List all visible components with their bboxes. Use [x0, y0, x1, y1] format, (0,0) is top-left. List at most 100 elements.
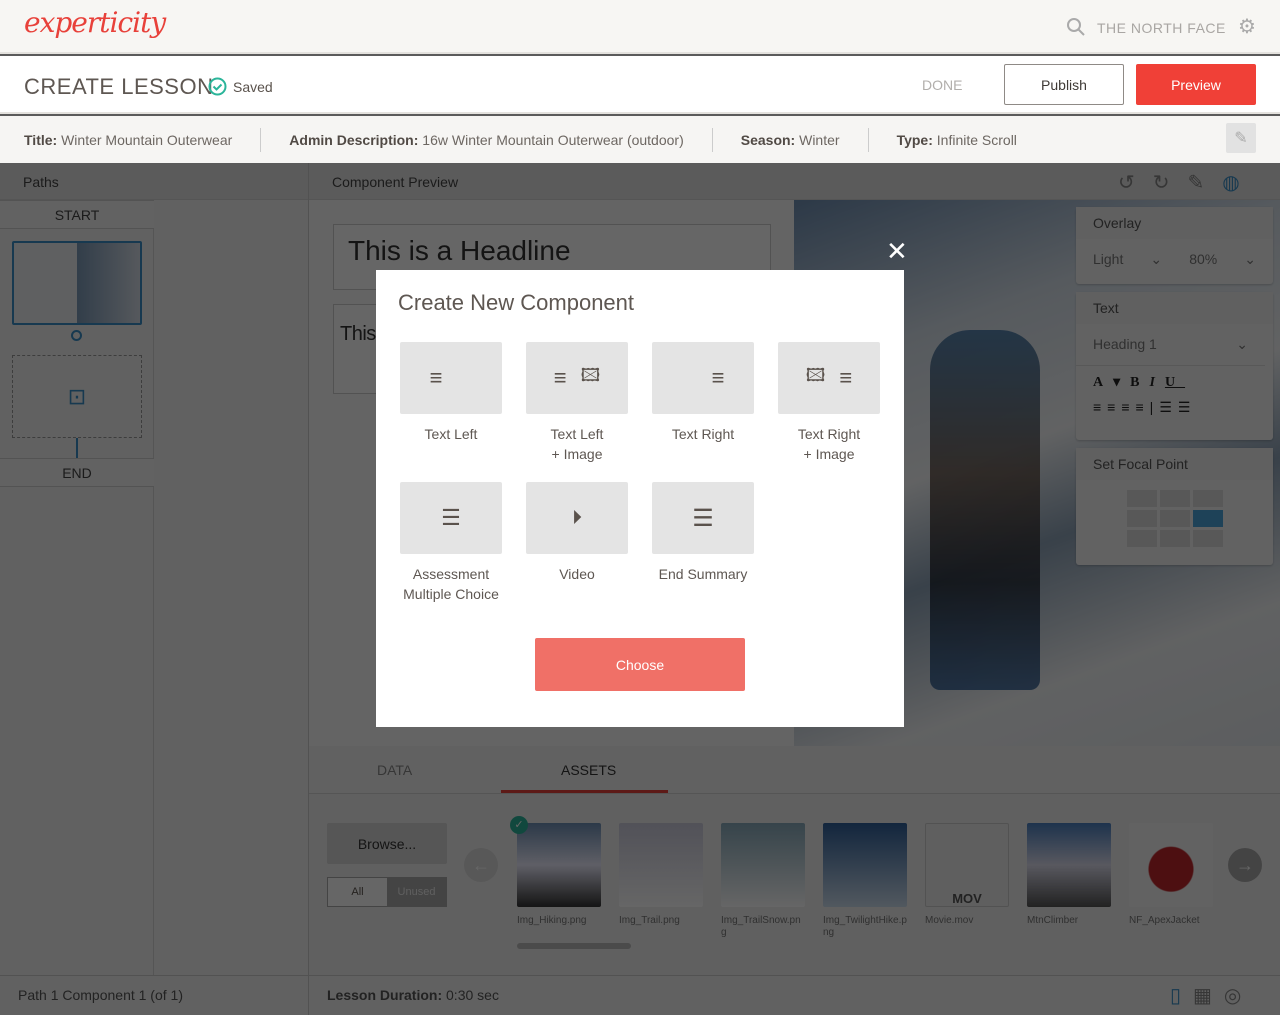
text-title: Text — [1076, 292, 1273, 324]
focal-grid[interactable] — [1127, 490, 1273, 547]
tab-assets[interactable]: ASSETS — [561, 762, 616, 778]
asset-thumbnail — [1129, 823, 1213, 907]
tile-label: Video — [559, 566, 595, 582]
text-lines-icon: ≡ — [711, 365, 725, 390]
tile-text-left[interactable]: ≡ Text Left — [400, 342, 502, 444]
active-tab-indicator — [501, 790, 668, 793]
sidebar-view-icon[interactable]: ▯ — [1170, 983, 1181, 1008]
grid-view-icon[interactable]: ▦ — [1193, 983, 1212, 1008]
asset-thumbnail — [517, 823, 601, 907]
asset-name: Img_Trail.png — [619, 915, 680, 926]
palette-icon[interactable]: ◍ — [1222, 170, 1239, 195]
align-toolbar[interactable]: ≡≡≡≡|☰☰ — [1076, 399, 1273, 416]
add-component-icon: ⊡ — [67, 383, 87, 409]
redo-icon[interactable]: ↻ — [1153, 170, 1170, 195]
chevron-down-icon: ⌄ — [1236, 336, 1248, 352]
info-value: Infinite Scroll — [936, 131, 1017, 148]
logo[interactable]: experticity — [24, 6, 166, 39]
asset-item[interactable]: MtnClimber — [1027, 823, 1111, 927]
path-status: Path 1 Component 1 (of 1) — [18, 987, 183, 1003]
image-icon: 🖾 — [580, 365, 601, 385]
tile-text-right-image[interactable]: 🖾 ≡ Text Right + Image — [778, 342, 880, 464]
asset-name: Img_TwilightHike.png — [823, 915, 907, 938]
info-label: Season: — [740, 131, 796, 148]
scroll-right-button[interactable]: → — [1228, 848, 1262, 882]
asset-item[interactable]: NF_ApexJacket — [1129, 823, 1213, 927]
asset-name: Movie.mov — [925, 915, 974, 926]
duration-label: Lesson Duration: — [327, 987, 443, 1003]
image-icon: 🖾 — [805, 365, 826, 385]
asset-thumbnail — [1027, 823, 1111, 907]
path-connector — [71, 330, 82, 341]
info-value: Winter — [799, 131, 840, 148]
asset-name: Img_Hiking.png — [517, 915, 587, 926]
hiker-figure — [930, 330, 1040, 690]
asset-item[interactable]: Img_Hiking.png — [517, 823, 601, 927]
assets-scrollbar[interactable] — [517, 943, 631, 949]
tile-label: Assessment Multiple Choice — [403, 566, 499, 602]
modal-title: Create New Component — [398, 290, 635, 315]
text-lines-icon: ≡ — [839, 365, 853, 390]
chevron-down-icon: ⌄ — [1244, 251, 1256, 267]
tile-video[interactable]: ⏵ Video — [526, 482, 628, 584]
publish-button[interactable]: Publish — [1004, 64, 1124, 105]
close-modal-icon[interactable]: ✕ — [886, 236, 908, 267]
done-button[interactable]: DONE — [922, 77, 962, 93]
edit-info-button[interactable]: ✎ — [1226, 123, 1256, 153]
brand-name[interactable]: THE NORTH FACE — [1097, 20, 1226, 36]
info-season: Season: Winter — [713, 127, 869, 152]
arrow-right-icon: → — [1236, 854, 1254, 875]
tile-end-summary[interactable]: ☰ End Summary — [652, 482, 754, 584]
justify-lines-icon: ☰ — [692, 504, 714, 532]
info-label: Type: — [896, 131, 933, 148]
play-circle-icon: ⏵ — [572, 506, 582, 529]
lesson-info-bar: Title: Winter Mountain Outerwear Admin D… — [0, 116, 1280, 163]
tile-label: Text Right + Image — [797, 426, 861, 462]
info-label: Admin Description: — [289, 131, 419, 148]
text-lines-icon: ≡ — [429, 365, 443, 390]
lesson-duration: Lesson Duration: 0:30 sec — [327, 987, 499, 1003]
search-icon[interactable] — [1066, 17, 1086, 37]
asset-filter-toggle[interactable]: All Unused — [327, 877, 447, 907]
tile-text-left-image[interactable]: ≡ 🖾 Text Left + Image — [526, 342, 628, 464]
tab-data[interactable]: DATA — [377, 762, 412, 778]
text-format-toolbar[interactable]: A▾BIU — [1076, 366, 1273, 399]
path-start: START — [0, 200, 154, 229]
overlay-style-select[interactable]: Light — [1093, 251, 1123, 268]
overlay-card: Overlay Light ⌄ 80% ⌄ — [1076, 207, 1273, 284]
undo-icon[interactable]: ↺ — [1118, 170, 1135, 195]
text-style-select[interactable]: Heading 1 — [1093, 336, 1157, 353]
preview-header-label: Component Preview — [332, 174, 459, 190]
selected-check-icon: ✓ — [510, 816, 528, 834]
overlay-title: Overlay — [1076, 207, 1273, 239]
chevron-down-icon: ⌄ — [1150, 251, 1163, 267]
filter-unused[interactable]: Unused — [387, 878, 446, 906]
scroll-left-button[interactable]: ← — [464, 848, 498, 882]
list-icon: ☰ — [441, 505, 461, 530]
asset-thumbnail — [721, 823, 805, 907]
filter-all[interactable]: All — [328, 878, 387, 906]
browse-button[interactable]: Browse... — [327, 823, 447, 864]
preview-button[interactable]: Preview — [1136, 64, 1256, 105]
tile-label: Text Left — [424, 426, 478, 442]
overlay-opacity-select[interactable]: 80% — [1189, 251, 1217, 268]
gear-icon[interactable]: ⚙ — [1238, 14, 1256, 39]
asset-item[interactable]: Img_TwilightHike.png — [823, 823, 907, 939]
arrow-left-icon: ← — [472, 854, 490, 875]
eye-icon[interactable]: ◎ — [1224, 983, 1241, 1008]
asset-item[interactable]: Img_Trail.png — [619, 823, 703, 927]
duration-value: 0:30 sec — [446, 987, 499, 1003]
asset-item[interactable]: MOV Movie.mov — [925, 823, 1009, 927]
info-value: Winter Mountain Outerwear — [61, 131, 233, 148]
add-component-slot[interactable]: ⊡ — [12, 355, 142, 438]
asset-item[interactable]: Img_TrailSnow.png — [721, 823, 805, 939]
asset-name: MtnClimber — [1027, 915, 1079, 926]
component-thumbnail[interactable] — [12, 241, 142, 325]
focal-card: Set Focal Point — [1076, 448, 1273, 565]
tile-assessment[interactable]: ☰ Assessment Multiple Choice — [400, 482, 502, 604]
tile-text-right[interactable]: ≡ Text Right — [652, 342, 754, 444]
choose-button[interactable]: Choose — [535, 638, 745, 691]
info-type: Type: Infinite Scroll — [869, 128, 1045, 152]
edit-icon[interactable]: ✎ — [1188, 170, 1205, 195]
paths-header: Paths — [0, 163, 308, 200]
